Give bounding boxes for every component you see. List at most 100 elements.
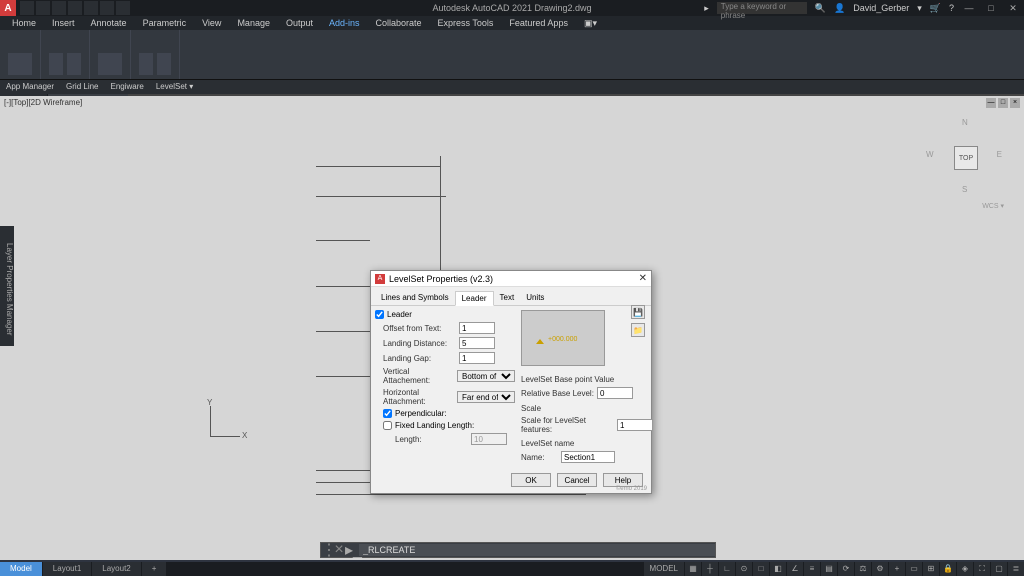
- status-tab-layout2[interactable]: Layout2: [92, 562, 140, 576]
- status-lock-icon[interactable]: 🔒: [940, 562, 956, 576]
- name-input[interactable]: [561, 451, 615, 463]
- status-tab-layout1[interactable]: Layout1: [43, 562, 91, 576]
- help-icon[interactable]: ?: [949, 3, 954, 13]
- tab-units[interactable]: Units: [520, 291, 550, 305]
- vattach-select[interactable]: Bottom of text: [457, 370, 515, 382]
- close-button[interactable]: ✕: [1006, 3, 1020, 14]
- dialog-close-button[interactable]: ✕: [639, 273, 647, 284]
- status-qp-icon[interactable]: ⊞: [923, 562, 939, 576]
- command-bar[interactable]: ⋮ × ▸_: [320, 542, 716, 558]
- menu-home[interactable]: Home: [4, 16, 44, 30]
- menu-bar: Home Insert Annotate Parametric View Man…: [0, 16, 1024, 30]
- landing-dist-input[interactable]: [459, 337, 495, 349]
- qat-saveas-icon[interactable]: [68, 1, 82, 15]
- tab-text[interactable]: Text: [494, 291, 521, 305]
- menu-insert[interactable]: Insert: [44, 16, 83, 30]
- status-custom-icon[interactable]: ≣: [1008, 562, 1024, 576]
- cmdbar-close-icon[interactable]: ×: [333, 541, 345, 559]
- qat-new-icon[interactable]: [20, 1, 34, 15]
- menu-manage[interactable]: Manage: [229, 16, 278, 30]
- viewcube-w[interactable]: W: [926, 150, 934, 159]
- status-units-icon[interactable]: ▭: [906, 562, 922, 576]
- menu-parametric[interactable]: Parametric: [135, 16, 195, 30]
- landing-gap-input[interactable]: [459, 352, 495, 364]
- command-input[interactable]: [359, 544, 715, 556]
- status-tab-model[interactable]: Model: [0, 562, 42, 576]
- ok-button[interactable]: OK: [511, 473, 551, 487]
- cart-icon[interactable]: 🛒: [930, 3, 941, 14]
- user-name[interactable]: David_Gerber: [853, 3, 909, 13]
- tab-lines-symbols[interactable]: Lines and Symbols: [375, 291, 455, 305]
- viewcube-e[interactable]: E: [997, 150, 1002, 159]
- menu-express-tools[interactable]: Express Tools: [430, 16, 502, 30]
- tab-leader[interactable]: Leader: [455, 291, 494, 306]
- status-workspace-icon[interactable]: ⚙: [872, 562, 888, 576]
- leader-checkbox[interactable]: [375, 310, 384, 319]
- status-tab-add[interactable]: +: [142, 562, 167, 576]
- menu-output[interactable]: Output: [278, 16, 321, 30]
- status-3dosnap-icon[interactable]: ◧: [770, 562, 786, 576]
- viewport-label[interactable]: [-][Top][2D Wireframe]: [4, 98, 82, 107]
- status-grid-icon[interactable]: ▦: [685, 562, 701, 576]
- search-input[interactable]: Type a keyword or phrase: [717, 2, 807, 14]
- help-button[interactable]: Help: [603, 473, 643, 487]
- status-ortho-icon[interactable]: ∟: [719, 562, 735, 576]
- hattach-select[interactable]: Far end of Text: [457, 391, 515, 403]
- search-icon[interactable]: 🔍: [815, 3, 826, 14]
- minimize-button[interactable]: —: [962, 3, 976, 13]
- relbase-input[interactable]: [597, 387, 633, 399]
- viewcube-top-face[interactable]: TOP: [954, 146, 978, 170]
- qat-open-icon[interactable]: [36, 1, 50, 15]
- status-transparency-icon[interactable]: ▤: [821, 562, 837, 576]
- share-icon[interactable]: ▸: [704, 3, 709, 14]
- qat-save-icon[interactable]: [52, 1, 66, 15]
- xchange-icon[interactable]: ▾: [917, 3, 922, 14]
- status-polar-icon[interactable]: ⊙: [736, 562, 752, 576]
- ribbon-label-3[interactable]: LevelSet ▾: [150, 80, 199, 94]
- status-osnap-icon[interactable]: □: [753, 562, 769, 576]
- vp-min-icon[interactable]: —: [986, 98, 996, 108]
- viewcube-s[interactable]: S: [962, 185, 967, 194]
- drawing-canvas[interactable]: [-][Top][2D Wireframe] — □ × Layer Prope…: [0, 96, 1024, 560]
- status-annoscale-icon[interactable]: ⚖: [855, 562, 871, 576]
- offset-input[interactable]: [459, 322, 495, 334]
- status-otrack-icon[interactable]: ∠: [787, 562, 803, 576]
- viewcube-n[interactable]: N: [962, 118, 968, 127]
- menu-add-ins[interactable]: Add-ins: [321, 16, 368, 30]
- status-cycling-icon[interactable]: ⟳: [838, 562, 854, 576]
- layer-properties-tab[interactable]: Layer Properties Manager: [0, 226, 14, 346]
- vp-max-icon[interactable]: □: [998, 98, 1008, 108]
- qat-undo-icon[interactable]: [100, 1, 114, 15]
- fixed-checkbox[interactable]: [383, 421, 392, 430]
- status-lwt-icon[interactable]: ≡: [804, 562, 820, 576]
- status-annomon-icon[interactable]: +: [889, 562, 905, 576]
- cancel-button[interactable]: Cancel: [557, 473, 597, 487]
- viewcube[interactable]: TOP N S E W WCS ▾: [924, 116, 1004, 196]
- menu-extra-icon[interactable]: ▣▾: [576, 16, 605, 30]
- ribbon-panel-gridline[interactable]: [41, 30, 90, 79]
- menu-featured-apps[interactable]: Featured Apps: [501, 16, 576, 30]
- ribbon-panel-appmanager[interactable]: [0, 30, 41, 79]
- user-icon[interactable]: 👤: [834, 3, 845, 14]
- ribbon-panel-engiware[interactable]: [90, 30, 131, 79]
- status-snap-icon[interactable]: ┼: [702, 562, 718, 576]
- vp-close-icon[interactable]: ×: [1010, 98, 1020, 108]
- scale-input[interactable]: [617, 419, 653, 431]
- qat-redo-icon[interactable]: [116, 1, 130, 15]
- drawing-line: [316, 376, 370, 377]
- cmdbar-grip-icon[interactable]: ⋮: [321, 540, 333, 560]
- viewcube-wcs[interactable]: WCS ▾: [982, 202, 1004, 210]
- ribbon-panel-levelset[interactable]: [131, 30, 180, 79]
- qat-plot-icon[interactable]: [84, 1, 98, 15]
- perp-checkbox[interactable]: [383, 409, 392, 418]
- menu-annotate[interactable]: Annotate: [83, 16, 135, 30]
- open-preset-button[interactable]: 📁: [631, 323, 645, 337]
- status-clean-icon[interactable]: ▢: [991, 562, 1007, 576]
- status-hardware-icon[interactable]: ⛶: [974, 562, 990, 576]
- menu-view[interactable]: View: [194, 16, 229, 30]
- save-preset-button[interactable]: 💾: [631, 305, 645, 319]
- status-model-label[interactable]: MODEL: [644, 562, 684, 576]
- maximize-button[interactable]: □: [984, 3, 998, 13]
- status-iso-icon[interactable]: ◈: [957, 562, 973, 576]
- menu-collaborate[interactable]: Collaborate: [368, 16, 430, 30]
